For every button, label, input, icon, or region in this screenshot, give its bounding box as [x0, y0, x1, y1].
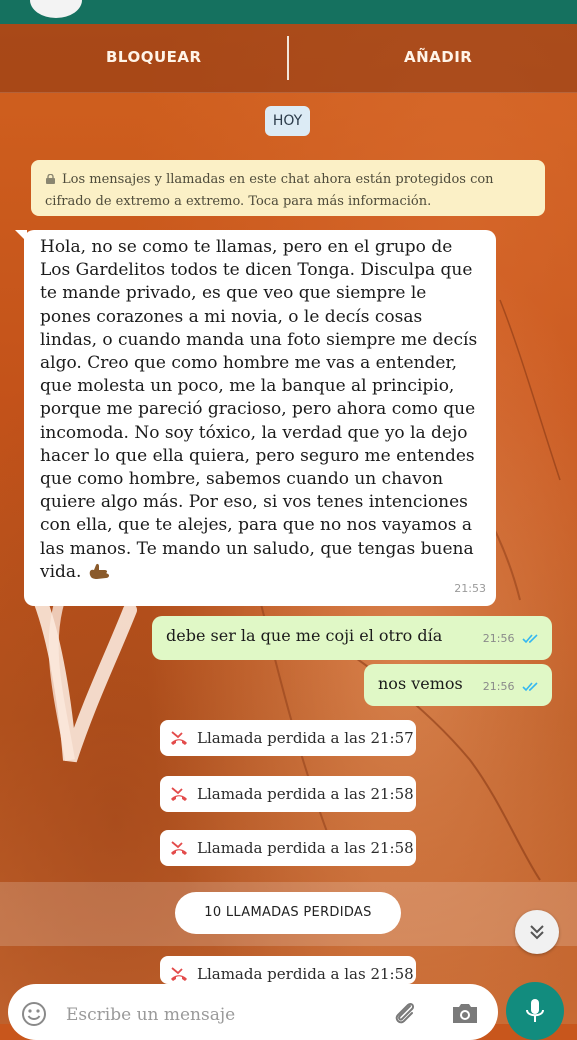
- missed-call-entry[interactable]: Llamada perdida a las 21:57: [160, 720, 416, 756]
- missed-call-icon: [171, 841, 187, 855]
- missed-call-label: Llamada perdida a las 21:58: [197, 839, 414, 857]
- outgoing-message[interactable]: nos vemos 21:56: [364, 664, 552, 706]
- missed-call-entry[interactable]: Llamada perdida a las 21:58: [160, 830, 416, 866]
- missed-call-entry[interactable]: Llamada perdida a las 21:58: [160, 776, 416, 812]
- lock-icon: [46, 174, 55, 184]
- date-separator: HOY: [265, 106, 310, 136]
- chevron-double-down-icon: [530, 925, 544, 940]
- message-meta: 21:56: [483, 632, 540, 645]
- bubble-tail: [15, 230, 27, 242]
- camera-icon[interactable]: [450, 1000, 480, 1026]
- message-text: Hola, no se como te llamas, pero en el g…: [40, 237, 478, 582]
- missed-call-label: Llamada perdida a las 21:58: [197, 965, 414, 983]
- missed-call-icon: [171, 787, 187, 801]
- actions-divider: [287, 36, 289, 80]
- incoming-message[interactable]: Hola, no se como te llamas, pero en el g…: [15, 230, 496, 606]
- status-bar: [0, 0, 577, 24]
- contact-avatar[interactable]: [30, 0, 82, 18]
- encryption-notice[interactable]: Los mensajes y llamadas en este chat aho…: [31, 160, 545, 216]
- message-input[interactable]: [64, 1000, 368, 1030]
- add-contact-button[interactable]: AÑADIR: [404, 48, 472, 66]
- missed-call-icon: [171, 731, 187, 745]
- missed-calls-summary[interactable]: 10 LLAMADAS PERDIDAS: [175, 892, 401, 934]
- microphone-icon: [526, 999, 544, 1022]
- missed-call-label: Llamada perdida a las 21:57: [197, 729, 414, 747]
- message-text: nos vemos: [378, 674, 463, 693]
- voice-message-button[interactable]: [506, 982, 564, 1040]
- message-composer: [8, 984, 498, 1040]
- call-me-hand-emoji-icon: [89, 563, 109, 579]
- unknown-contact-actions: BLOQUEAR AÑADIR: [0, 24, 577, 93]
- message-time: 21:56: [482, 680, 515, 693]
- outgoing-message[interactable]: debe ser la que me coji el otro día 21:5…: [152, 616, 552, 660]
- message-meta: 21:56: [483, 680, 540, 693]
- missed-call-entry[interactable]: Llamada perdida a las 21:58: [160, 956, 416, 984]
- encryption-notice-text: Los mensajes y llamadas en este chat aho…: [45, 172, 494, 209]
- message-time: 21:56: [482, 632, 515, 645]
- double-check-icon: [522, 682, 538, 692]
- message-text: debe ser la que me coji el otro día: [166, 626, 443, 645]
- scroll-to-bottom-button[interactable]: [515, 910, 559, 954]
- block-button[interactable]: BLOQUEAR: [106, 48, 202, 66]
- double-check-icon: [522, 634, 538, 644]
- message-time: 21:53: [454, 581, 486, 595]
- missed-call-label: Llamada perdida a las 21:58: [197, 785, 414, 803]
- missed-call-icon: [171, 967, 187, 981]
